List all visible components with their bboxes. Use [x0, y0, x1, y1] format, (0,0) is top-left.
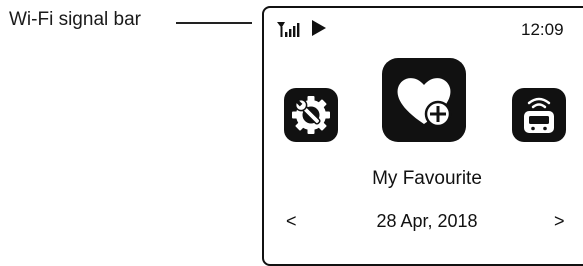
settings-tile[interactable]: [284, 88, 338, 142]
play-icon: [312, 20, 326, 36]
favourite-heart-add-icon: [397, 78, 452, 128]
settings-icon: [292, 96, 330, 134]
radio-remote-icon: [524, 97, 554, 133]
favourite-tile[interactable]: [382, 58, 466, 142]
callout-label: Wi-Fi signal bar: [9, 9, 141, 30]
remote-tile[interactable]: [512, 88, 566, 142]
selected-menu-label: My Favourite: [372, 168, 482, 189]
next-arrow[interactable]: >: [554, 211, 565, 232]
status-bar: 12:09: [264, 8, 583, 48]
wifi-signal-icon: [277, 22, 300, 37]
device-screen: 12:09 My Favourite < 28 Apr, 2018 >: [262, 6, 583, 266]
callout-leader-line: [176, 22, 252, 24]
clock: 12:09: [521, 20, 564, 39]
date-display: 28 Apr, 2018: [376, 211, 478, 231]
